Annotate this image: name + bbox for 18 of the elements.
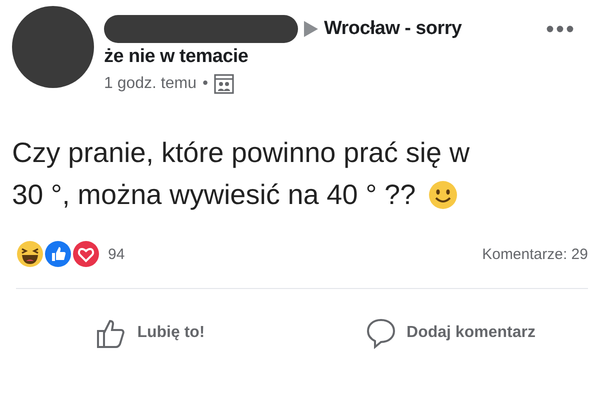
- separator: •: [202, 75, 208, 93]
- laughing-face-icon: [16, 240, 44, 268]
- smiley-icon: [428, 180, 458, 210]
- post-text: 30 °, można wywiesić na 40 ° ??: [12, 178, 416, 212]
- post-time[interactable]: 1 godz. temu: [104, 75, 196, 93]
- comment-icon: [364, 317, 397, 349]
- triangle-icon: [304, 21, 318, 37]
- group-icon: [214, 74, 234, 94]
- thumbs-up-icon: [95, 317, 128, 349]
- group-name[interactable]: że nie w temacie: [104, 46, 588, 68]
- more-icon[interactable]: [546, 25, 574, 33]
- comment-count[interactable]: Komentarze: 29: [482, 246, 588, 262]
- group-name[interactable]: Wrocław - sorry: [324, 18, 462, 40]
- like-button[interactable]: Lubię to!: [0, 313, 300, 353]
- reaction-count[interactable]: 94: [108, 246, 125, 262]
- post-text: Czy pranie, które powinno prać się w: [12, 136, 470, 170]
- comment-button[interactable]: Dodaj komentarz: [300, 313, 600, 353]
- like-icon: [44, 240, 72, 268]
